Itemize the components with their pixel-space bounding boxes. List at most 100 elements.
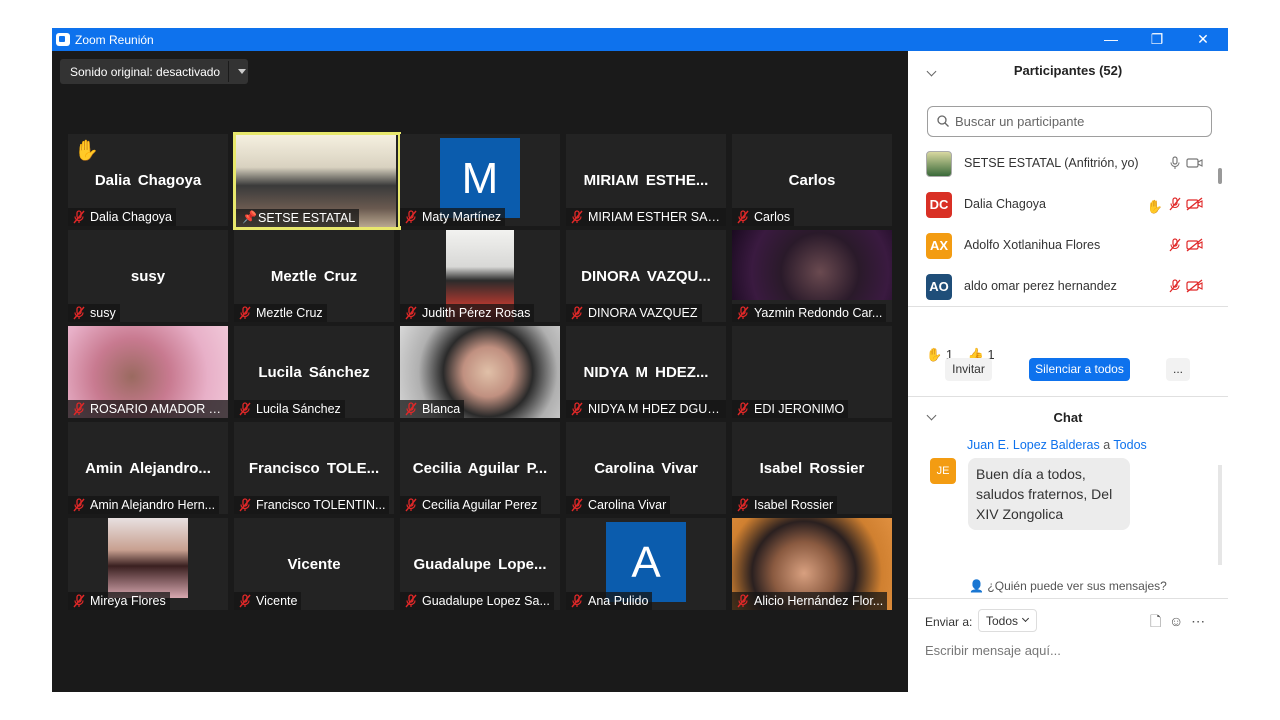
video-tile[interactable]: NIDYA M HDEZ... NIDYA M HDEZ DGUEZ: [566, 326, 726, 418]
muted-mic-icon: [73, 594, 85, 608]
video-tile[interactable]: SETSE ESTATAL 📌: [233, 132, 401, 230]
tile-name-text: Dalia Chagoya: [90, 210, 172, 224]
tile-display-name: susy: [130, 268, 166, 285]
tile-name-text: Carlos: [754, 210, 791, 224]
video-tile[interactable]: Cecilia Aguilar P... Cecilia Aguilar Pere…: [400, 422, 560, 514]
participant-row[interactable]: SETSE ESTATAL (Anfitrión, yo): [908, 143, 1218, 184]
muted-mic-icon: [239, 306, 251, 320]
video-tile[interactable]: EDI JERONIMO: [732, 326, 892, 418]
search-placeholder: Buscar un participante: [955, 114, 1085, 129]
participant-avatar: AO: [926, 274, 952, 300]
video-tile[interactable]: Carlos Carlos: [732, 134, 892, 226]
invite-button[interactable]: Invitar: [945, 358, 992, 381]
participant-row[interactable]: AO aldo omar perez hernandez: [908, 266, 1218, 307]
raised-hand-icon: ✋: [74, 140, 99, 162]
tile-display-name: Lucila Sánchez: [258, 364, 370, 381]
tile-name-text: ROSARIO AMADOR T...: [90, 402, 226, 416]
participant-avatar: DC: [926, 192, 952, 218]
video-off-icon[interactable]: [1186, 238, 1204, 252]
video-tile[interactable]: Blanca: [400, 326, 560, 418]
video-tile[interactable]: ✋ Dalia Chagoya Dalia Chagoya: [68, 134, 228, 226]
participant-name: SETSE ESTATAL (Anfitrión, yo): [964, 156, 1139, 170]
participant-row[interactable]: DC Dalia Chagoya ✋: [908, 184, 1218, 225]
tile-name-text: EDI JERONIMO: [754, 402, 845, 416]
chat-message-text: Buen día a todos, saludos fraternos, Del…: [968, 458, 1130, 530]
muted-mic-icon: [73, 306, 85, 320]
muted-mic-icon[interactable]: [1168, 238, 1182, 252]
maximize-button[interactable]: ❐: [1134, 28, 1180, 51]
tile-display-name: Meztle Cruz: [270, 268, 358, 285]
chat-sender-avatar: JE: [930, 458, 956, 484]
participant-row[interactable]: AX Adolfo Xotlanihua Flores: [908, 225, 1218, 266]
participant-scrollbar[interactable]: [1218, 168, 1222, 184]
video-tile[interactable]: Mireya Flores: [68, 518, 228, 610]
tile-name-label: Francisco TOLENTIN...: [234, 496, 390, 514]
minimize-button[interactable]: —: [1088, 28, 1134, 51]
side-panel: Participantes (52) Buscar un participant…: [908, 51, 1228, 692]
file-icon[interactable]: 🗋: [1150, 613, 1161, 629]
tile-name-label: ROSARIO AMADOR T...: [68, 400, 228, 418]
chat-recipient: Todos: [1113, 438, 1147, 452]
video-tile[interactable]: Carolina Vivar Carolina Vivar: [566, 422, 726, 514]
who-can-see-messages-link[interactable]: 👤 ¿Quién puede ver sus mensajes?: [908, 579, 1228, 593]
video-tile[interactable]: Judith Pérez Rosas: [400, 230, 560, 322]
divider: [908, 306, 1228, 307]
muted-mic-icon: [405, 210, 417, 224]
mic-icon[interactable]: [1168, 156, 1182, 170]
tile-display-name: Carlos: [788, 172, 836, 189]
original-sound-dropdown[interactable]: Sonido original: desactivado: [60, 59, 248, 84]
video-tile[interactable]: Guadalupe Lope... Guadalupe Lopez Sa...: [400, 518, 560, 610]
tile-name-text: Carolina Vivar: [588, 498, 667, 512]
chevron-down-icon[interactable]: [238, 69, 246, 74]
tile-name-label: Judith Pérez Rosas: [400, 304, 535, 322]
video-tile[interactable]: susy susy: [68, 230, 228, 322]
tile-name-text: Judith Pérez Rosas: [422, 306, 531, 320]
video-tile[interactable]: Vicente Vicente: [234, 518, 394, 610]
mute-all-button[interactable]: Silenciar a todos: [1029, 358, 1130, 381]
video-tile[interactable]: ROSARIO AMADOR T...: [68, 326, 228, 418]
chat-sender-line: Juan E. Lopez Balderas a Todos: [967, 438, 1147, 452]
muted-mic-icon: [73, 210, 85, 224]
original-sound-label: Sonido original: desactivado: [70, 65, 221, 79]
more-icon[interactable]: ⋯: [1191, 613, 1205, 629]
video-tile[interactable]: A Ana Pulido: [566, 518, 726, 610]
video-tile[interactable]: Yazmin Redondo Car...: [732, 230, 892, 322]
muted-mic-icon: [737, 210, 749, 224]
emoji-icon[interactable]: ☺: [1169, 613, 1183, 629]
video-tile[interactable]: MIRIAM ESTHE... MIRIAM ESTHER SAN...: [566, 134, 726, 226]
participant-status-icons: [1168, 238, 1204, 257]
video-tile[interactable]: DINORA VAZQU... DINORA VAZQUEZ: [566, 230, 726, 322]
more-options-button[interactable]: ...: [1166, 358, 1190, 381]
muted-mic-icon: [405, 498, 417, 512]
video-off-icon[interactable]: [1186, 279, 1204, 293]
video-tile[interactable]: Lucila Sánchez Lucila Sánchez: [234, 326, 394, 418]
chat-sender[interactable]: Juan E. Lopez Balderas: [967, 438, 1100, 452]
tile-name-text: MIRIAM ESTHER SAN...: [588, 210, 726, 224]
video-tile[interactable]: Isabel Rossier Isabel Rossier: [732, 422, 892, 514]
participant-search-input[interactable]: Buscar un participante: [927, 106, 1212, 137]
video-tile[interactable]: Amin Alejandro... Amin Alejandro Hern...: [68, 422, 228, 514]
video-tile[interactable]: Francisco TOLE... Francisco TOLENTIN...: [234, 422, 394, 514]
muted-mic-icon[interactable]: [1168, 197, 1182, 211]
participant-avatar: [926, 151, 952, 177]
chat-scrollbar[interactable]: [1218, 465, 1222, 565]
chat-message-input[interactable]: Escribir mensaje aquí...: [925, 643, 1061, 658]
close-button[interactable]: ✕: [1180, 28, 1226, 51]
tile-name-text: Blanca: [422, 402, 461, 416]
send-to-value: Todos: [986, 614, 1019, 628]
tile-name-label: MIRIAM ESTHER SAN...: [566, 208, 726, 226]
video-tile[interactable]: Meztle Cruz Meztle Cruz: [234, 230, 394, 322]
video-off-icon[interactable]: [1186, 197, 1204, 211]
muted-mic-icon: [73, 402, 85, 416]
raised-hand-icon: ✋: [1146, 199, 1164, 214]
video-tile[interactable]: M Maty Martínez: [400, 134, 560, 226]
muted-mic-icon[interactable]: [1168, 279, 1182, 293]
video-tile[interactable]: Alicio Hernández Flor...: [732, 518, 892, 610]
tile-name-text: NIDYA M HDEZ DGUEZ: [588, 402, 724, 416]
muted-mic-icon: [571, 498, 583, 512]
send-to-dropdown[interactable]: Todos: [978, 609, 1037, 632]
window-title: Zoom Reunión: [75, 33, 154, 47]
tile-display-name: Carolina Vivar: [594, 460, 698, 477]
video-camera-icon[interactable]: [1186, 156, 1204, 170]
muted-mic-icon: [571, 402, 583, 416]
